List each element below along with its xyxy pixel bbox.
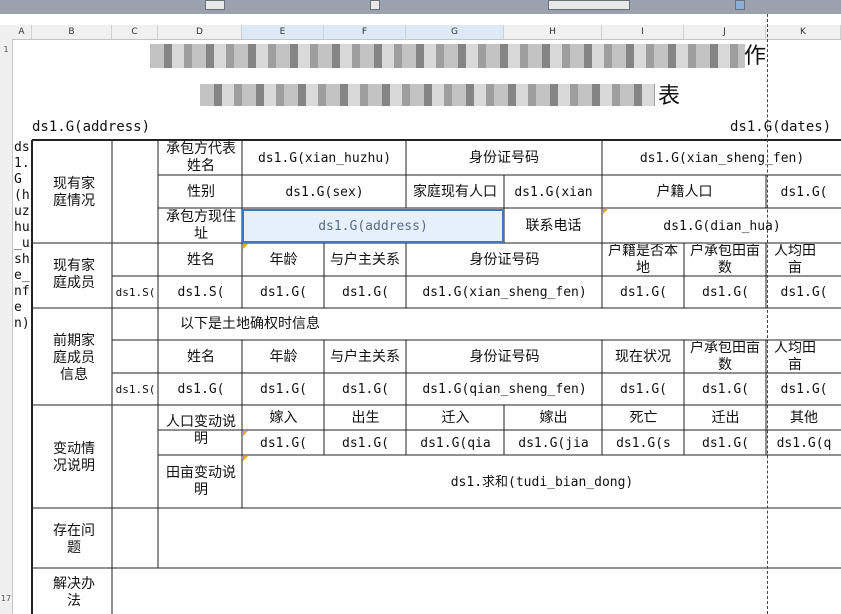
hdr-prior-age[interactable]: 年龄 bbox=[243, 341, 324, 373]
field-prior-mu-count[interactable]: ds1.G( bbox=[685, 374, 766, 405]
field-tudi-bian-dong[interactable]: ds1.求和(tudi_bian_dong) bbox=[243, 456, 841, 508]
field-move-in[interactable]: ds1.G(qia bbox=[407, 431, 504, 455]
label-land-change[interactable]: 田亩变动说明 bbox=[160, 456, 242, 508]
field-prior-age[interactable]: ds1.G( bbox=[243, 374, 324, 405]
label-household-pop[interactable]: 家庭现有人口 bbox=[410, 176, 500, 208]
hdr-current-status[interactable]: 现在状况 bbox=[606, 341, 680, 373]
field-other[interactable]: ds1.G(q bbox=[767, 431, 841, 455]
field-birth[interactable]: ds1.G( bbox=[325, 431, 406, 455]
field-age[interactable]: ds1.G( bbox=[243, 277, 324, 308]
field-xian-huzhu[interactable]: ds1.G(xian_huzhu) bbox=[243, 141, 406, 175]
hdr-other[interactable]: 其他 bbox=[767, 406, 841, 430]
section-family[interactable]: 现有家庭情况 bbox=[52, 160, 96, 226]
field-is-local[interactable]: ds1.G( bbox=[603, 277, 684, 308]
hdr-is-local[interactable]: 户籍是否本地 bbox=[606, 244, 680, 276]
section-prior[interactable]: 前期家庭成员信息 bbox=[52, 318, 96, 398]
field-prior-relation[interactable]: ds1.G( bbox=[325, 374, 406, 405]
section-solution[interactable]: 解决办法 bbox=[52, 576, 96, 614]
hdr-prior-relation[interactable]: 与户主关系 bbox=[330, 341, 400, 373]
label-residence[interactable]: 承包方现住址 bbox=[160, 209, 242, 243]
field-qian-sheng-fen[interactable]: ds1.G(qian_sheng_fen) bbox=[407, 374, 602, 405]
cell-marker bbox=[243, 431, 248, 436]
hdr-prior-mu-count[interactable]: 户承包田亩数 bbox=[688, 341, 762, 373]
cell-marker bbox=[243, 244, 248, 249]
field-prior-per-capita[interactable]: ds1.G( bbox=[767, 374, 841, 405]
field-xian-sheng-fen-row1[interactable]: ds1.G(xian_sheng_fen) bbox=[603, 141, 841, 175]
section-issues[interactable]: 存在问题 bbox=[52, 518, 96, 562]
field-per-capita[interactable]: ds1.G( bbox=[767, 277, 841, 308]
hdr-prior-per-capita[interactable]: 人均田亩 bbox=[770, 341, 820, 373]
hdr-move-out[interactable]: 迁出 bbox=[685, 406, 766, 430]
label-id-no[interactable]: 身份证号码 bbox=[406, 141, 602, 175]
field-relation[interactable]: ds1.G( bbox=[325, 277, 406, 308]
field-name-s[interactable]: ds1.S( bbox=[160, 277, 242, 308]
label-registered-pop[interactable]: 户籍人口 bbox=[603, 176, 766, 208]
hdr-move-in[interactable]: 迁入 bbox=[407, 406, 504, 430]
cell-marker bbox=[603, 209, 608, 214]
field-current-status[interactable]: ds1.G( bbox=[603, 374, 684, 405]
hdr-mu-count[interactable]: 户承包田亩数 bbox=[688, 244, 762, 276]
label-pop-change[interactable]: 人口变动说明 bbox=[160, 406, 242, 455]
field-s-members[interactable]: ds1.S( bbox=[113, 277, 158, 308]
field-death[interactable]: ds1.G(s bbox=[603, 431, 684, 455]
hdr-prior-id-no[interactable]: 身份证号码 bbox=[407, 341, 602, 373]
field-g-cut[interactable]: ds1.G( bbox=[767, 176, 841, 208]
field-marry-out[interactable]: ds1.G(jia bbox=[505, 431, 602, 455]
label-rep-name[interactable]: 承包方代表姓名 bbox=[160, 141, 242, 175]
field-sex[interactable]: ds1.G(sex) bbox=[243, 176, 406, 208]
hdr-death[interactable]: 死亡 bbox=[603, 406, 684, 430]
field-move-out[interactable]: ds1.G( bbox=[685, 431, 766, 455]
label-gender[interactable]: 性别 bbox=[160, 176, 242, 208]
field-prior-name[interactable]: ds1.G( bbox=[160, 374, 242, 405]
field-s-prior[interactable]: ds1.S( bbox=[113, 374, 158, 405]
hdr-age[interactable]: 年龄 bbox=[243, 244, 324, 276]
field-dian-hua[interactable]: ds1.G(dian_hua) bbox=[603, 209, 841, 243]
field-address-selected[interactable]: ds1.G(address) bbox=[242, 209, 504, 243]
hdr-marry-out[interactable]: 嫁出 bbox=[505, 406, 602, 430]
field-xian-cut[interactable]: ds1.G(xian bbox=[505, 176, 602, 208]
land-confirm-note[interactable]: 以下是土地确权时信息 bbox=[180, 309, 430, 340]
field-xian-sheng-fen[interactable]: ds1.G(xian_sheng_fen) bbox=[407, 277, 602, 308]
field-marry-in[interactable]: ds1.G( bbox=[243, 431, 324, 455]
section-members[interactable]: 现有家庭成员 bbox=[52, 244, 96, 306]
page-break-line bbox=[767, 14, 768, 614]
hdr-prior-name[interactable]: 姓名 bbox=[160, 341, 242, 373]
cell-marker bbox=[243, 456, 248, 461]
field-mu-count[interactable]: ds1.G( bbox=[685, 277, 766, 308]
label-phone[interactable]: 联系电话 bbox=[505, 209, 602, 243]
hdr-marry-in[interactable]: 嫁入 bbox=[243, 406, 324, 430]
hdr-per-capita[interactable]: 人均田亩 bbox=[770, 244, 820, 276]
hdr-birth[interactable]: 出生 bbox=[325, 406, 406, 430]
section-change[interactable]: 变动情况说明 bbox=[52, 425, 96, 491]
hdr-relation[interactable]: 与户主关系 bbox=[330, 244, 400, 276]
hdr-name[interactable]: 姓名 bbox=[160, 244, 242, 276]
hdr-id-no[interactable]: 身份证号码 bbox=[407, 244, 602, 276]
